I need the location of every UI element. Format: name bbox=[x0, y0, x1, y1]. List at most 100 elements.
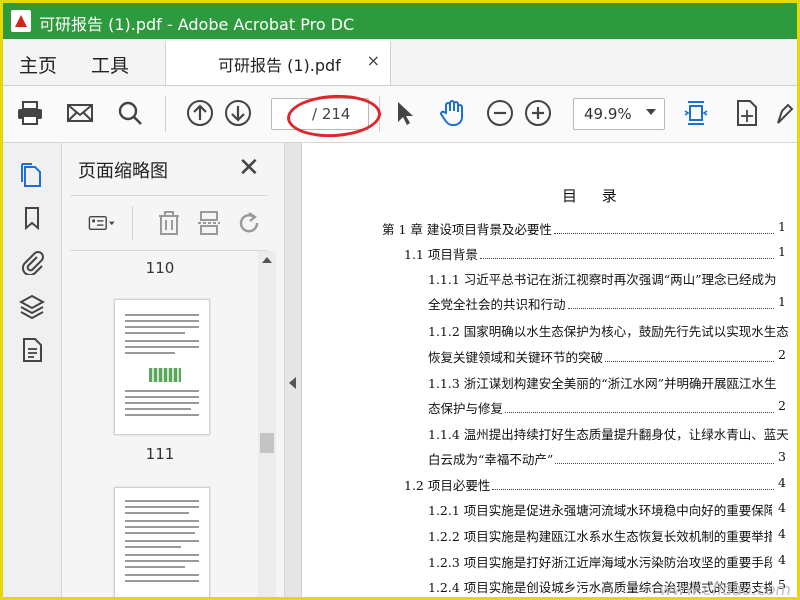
zoom-value: 49.9% bbox=[584, 105, 632, 123]
layers-icon bbox=[19, 294, 45, 319]
chevron-down-icon bbox=[646, 109, 656, 115]
document-properties-button[interactable] bbox=[17, 335, 47, 365]
rotate-icon bbox=[239, 212, 259, 233]
toc-entry-text: 态保护与修复 bbox=[428, 401, 504, 416]
document-view[interactable]: 目 录 第 1 章 建设项目背景及必要性 1 1.1 项目背景 1 1.1.1 习近平总… bbox=[302, 143, 797, 599]
menu-home[interactable]: 主页 bbox=[19, 51, 57, 78]
menu-tools[interactable]: 工具 bbox=[91, 51, 129, 78]
toc-leader-dots bbox=[568, 307, 774, 309]
minus-circle-icon bbox=[487, 100, 513, 126]
split-page-button[interactable] bbox=[194, 208, 224, 238]
thumbnail-list[interactable]: 110 111 bbox=[62, 251, 284, 597]
email-button[interactable] bbox=[65, 98, 95, 128]
pages-icon bbox=[21, 163, 41, 187]
panel-close-icon[interactable]: ✕ bbox=[238, 153, 260, 183]
panel-title: 页面缩略图 bbox=[78, 161, 168, 182]
arrow-down-circle-icon bbox=[225, 100, 251, 126]
next-page-button[interactable] bbox=[223, 98, 253, 128]
list-options-icon bbox=[88, 216, 115, 230]
menu-bar: 主页 工具 可研报告 (1).pdf × bbox=[3, 39, 797, 86]
thumbnail-figure bbox=[149, 368, 181, 382]
thumbnail-panel: 页面缩略图 ✕ 110 111 bbox=[62, 143, 285, 597]
toolbar-separator bbox=[165, 96, 166, 132]
plus-circle-icon bbox=[525, 100, 551, 126]
watermark: www.cfidao.com bbox=[659, 580, 791, 599]
toc-leader-dots bbox=[555, 462, 774, 464]
more-icon bbox=[777, 103, 794, 124]
toc-entry-text: 1.1 项目背景 bbox=[404, 247, 478, 262]
toc-entry-page: 1 bbox=[778, 294, 786, 309]
hand-tool-button[interactable] bbox=[437, 98, 467, 128]
toc-entry-page: 4 bbox=[778, 552, 786, 567]
toc-entry-text: 全党全社会的共识和行动 bbox=[428, 297, 566, 312]
toc-entry-page: 2 bbox=[778, 347, 786, 362]
rotate-view-button[interactable] bbox=[731, 98, 761, 128]
cursor-arrow-icon bbox=[398, 102, 413, 125]
collapse-left-icon[interactable] bbox=[289, 377, 296, 389]
page-thumbnails-button[interactable] bbox=[17, 159, 47, 189]
toc-entry-text: 1.2.3 项目实施是打好浙江近岸海域水污染防治攻坚的重要手段 bbox=[428, 555, 772, 570]
zoom-out-button[interactable] bbox=[485, 98, 515, 128]
toc-entry-page: 4 bbox=[778, 500, 786, 515]
toc-entry-page: 1 bbox=[778, 219, 786, 234]
fit-page-button[interactable] bbox=[681, 98, 711, 128]
toc-entry-text: 1.2.2 项目实施是构建瓯江水系水生态恢复长效机制的重要举措 bbox=[428, 529, 772, 544]
print-button[interactable] bbox=[15, 98, 45, 128]
trash-icon bbox=[159, 211, 179, 235]
thumbnail-options-button[interactable] bbox=[82, 208, 122, 238]
search-button[interactable] bbox=[115, 98, 145, 128]
title-bar: 可研报告 (1).pdf - Adobe Acrobat Pro DC bbox=[3, 3, 797, 39]
paperclip-icon bbox=[21, 251, 44, 275]
arrow-up-circle-icon bbox=[187, 100, 213, 126]
toc-title: 目 录 bbox=[562, 187, 627, 205]
acrobat-pdf-icon bbox=[11, 10, 31, 32]
split-pages-icon bbox=[198, 211, 220, 235]
bookmark-icon bbox=[25, 207, 39, 231]
printer-icon bbox=[18, 101, 42, 125]
zoom-in-button[interactable] bbox=[523, 98, 553, 128]
fit-page-icon bbox=[684, 101, 708, 125]
toc-entry-text: 1.2.1 项目实施是促进永强塘河流域水环境稳中向好的重要保障 bbox=[428, 503, 772, 518]
toc-entry-page: 4 bbox=[778, 526, 786, 541]
bookmarks-button[interactable] bbox=[17, 203, 47, 233]
main-toolbar: / 214 49.9% bbox=[3, 86, 797, 143]
toc-entry-text: 1.1.1 习近平总书记在浙江视察时再次强调“两山”理念已经成为 bbox=[428, 272, 777, 287]
toc-entry-text: 恢复关键领域和关键环节的突破 bbox=[428, 350, 604, 365]
navigation-rail bbox=[3, 143, 62, 597]
panel-collapse-strip[interactable] bbox=[285, 143, 302, 597]
zoom-select[interactable]: 49.9% bbox=[573, 98, 665, 130]
toc-entry-text: 1.1.2 国家明确以水生态保护为核心，鼓励先行先试以实现水生态 bbox=[428, 324, 789, 339]
scroll-up-icon[interactable] bbox=[262, 257, 272, 263]
layers-button[interactable] bbox=[17, 291, 47, 321]
delete-page-button[interactable] bbox=[154, 208, 184, 238]
more-tools-button[interactable] bbox=[775, 98, 795, 128]
search-icon bbox=[118, 101, 142, 125]
toc-leader-dots bbox=[554, 232, 774, 234]
toc-entry-page: 1 bbox=[778, 244, 786, 259]
toc-entry-text: 1.2 项目必要性 bbox=[404, 478, 491, 493]
toc-entry-text: 第 1 章 建设项目背景及必要性 bbox=[382, 222, 552, 237]
page-move-icon bbox=[737, 100, 757, 126]
previous-page-button[interactable] bbox=[185, 98, 215, 128]
select-tool-button[interactable] bbox=[389, 98, 419, 128]
thumbnail-page[interactable] bbox=[114, 487, 210, 597]
thumbnail-scrollbar[interactable] bbox=[258, 251, 276, 597]
thumbnail-label: 111 bbox=[145, 445, 175, 463]
toc-entry-page: 2 bbox=[778, 398, 786, 413]
document-tab[interactable]: 可研报告 (1).pdf × bbox=[165, 41, 391, 85]
hand-icon bbox=[440, 100, 463, 126]
thumbnail-label: 110 bbox=[145, 259, 175, 277]
thumbnail-page[interactable] bbox=[114, 299, 210, 435]
toc-entry-text: 1.1.4 温州提出持续打好生态质量提升翻身仗，让绿水青山、蓝天 bbox=[428, 427, 789, 442]
document-tab-label: 可研报告 (1).pdf bbox=[218, 56, 341, 75]
tab-close-icon[interactable]: × bbox=[367, 51, 380, 70]
window-title: 可研报告 (1).pdf - Adobe Acrobat Pro DC bbox=[39, 15, 355, 34]
toc-entry-text: 1.1.3 浙江谋划构建安全美丽的“浙江水网”并明确开展瓯江水生 bbox=[428, 376, 777, 391]
panel-toolbar bbox=[70, 195, 268, 251]
toc-leader-dots bbox=[605, 360, 774, 362]
toc-leader-dots bbox=[492, 488, 774, 490]
rotate-page-button[interactable] bbox=[234, 208, 264, 238]
attachments-button[interactable] bbox=[17, 247, 47, 277]
scroll-thumb[interactable] bbox=[260, 433, 274, 453]
document-icon bbox=[23, 338, 42, 362]
